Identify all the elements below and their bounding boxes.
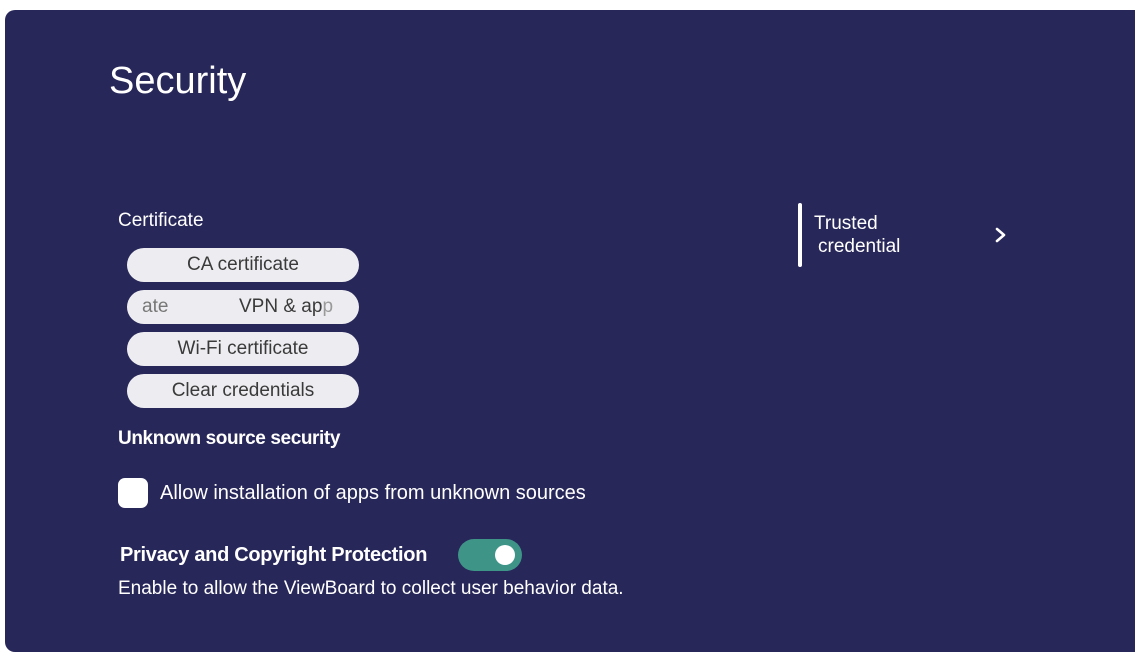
privacy-row: Privacy and Copyright Protection — [120, 539, 523, 571]
wifi-certificate-button[interactable]: Wi-Fi certificate — [127, 332, 359, 366]
privacy-title: Privacy and Copyright Protection — [120, 543, 428, 566]
clear-credentials-button[interactable]: Clear credentials — [127, 374, 359, 408]
unknown-source-security-title: Unknown source security — [118, 428, 341, 449]
vpn-app-certificate-label-main: VPN & ap — [239, 296, 323, 317]
privacy-toggle-knob — [495, 545, 516, 565]
security-panel: Security Certificate CA certificate ate … — [5, 10, 1135, 652]
vpn-app-certificate-button[interactable]: ate VPN & app — [127, 290, 359, 324]
chevron-right-icon — [995, 227, 1006, 243]
unknown-sources-checkbox-row[interactable]: Allow installation of apps from unknown … — [118, 478, 586, 508]
vpn-app-certificate-label: VPN & app — [239, 296, 333, 318]
trusted-credential-line1: Trusted — [814, 213, 878, 234]
certificate-section-label: Certificate — [118, 210, 204, 231]
unknown-sources-checkbox[interactable] — [118, 478, 148, 508]
ca-certificate-button[interactable]: CA certificate — [127, 248, 359, 282]
vpn-app-certificate-label-fade: p — [322, 296, 334, 317]
unknown-sources-checkbox-label: Allow installation of apps from unknown … — [160, 481, 586, 504]
privacy-description: Enable to allow the ViewBoard to collect… — [118, 578, 624, 599]
ca-certificate-label: CA certificate — [187, 254, 299, 275]
clear-credentials-label: Clear credentials — [171, 380, 315, 401]
trusted-credential-divider — [798, 203, 802, 267]
vpn-app-certificate-label-fragment: ate — [142, 296, 169, 317]
trusted-credential-line2: credential — [818, 236, 901, 257]
wifi-certificate-label: Wi-Fi certificate — [177, 338, 309, 359]
privacy-toggle[interactable] — [458, 539, 523, 571]
trusted-credential-label: Trusted credential — [814, 212, 924, 258]
page-title: Security — [109, 60, 247, 102]
trusted-credential-item[interactable]: Trusted credential — [798, 203, 1013, 267]
